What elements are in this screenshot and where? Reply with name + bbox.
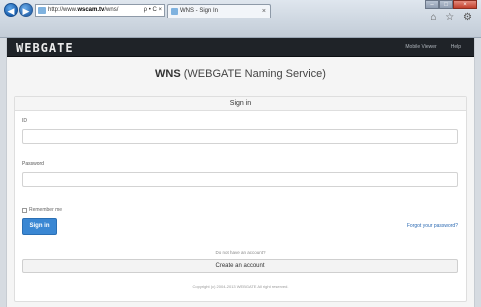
back-button[interactable]: ◀ (4, 3, 18, 17)
toolbar-icons[interactable]: ⌂ ☆ ⚙ (430, 12, 475, 23)
remember-me[interactable]: Remember me (22, 207, 62, 213)
signin-panel: Sign in ID Password Remember me Sign in … (14, 96, 467, 302)
tab-favicon-icon (171, 8, 178, 15)
address-controls[interactable]: ρ • C × (144, 5, 162, 16)
remember-me-label: Remember me (29, 207, 63, 213)
navbar-links: Mobile Viewer Help (398, 38, 468, 57)
brand-logo[interactable]: WEBGATE (16, 41, 74, 55)
browser-tab[interactable]: WNS - Sign In × (167, 4, 271, 18)
forward-button[interactable]: ▶ (19, 3, 33, 17)
browser-window: ◀ ▶ http://www.wscam.tv/wns/ ρ • C × WNS… (0, 0, 481, 307)
browser-chrome: ◀ ▶ http://www.wscam.tv/wns/ ρ • C × WNS… (0, 0, 481, 38)
forgot-password-link[interactable]: Forgot your password? (407, 223, 458, 229)
id-label: ID (22, 118, 27, 124)
id-input[interactable] (22, 129, 458, 144)
page-title: WNS (WEBGATE Naming Service) (7, 68, 474, 80)
tab-title: WNS - Sign In (180, 8, 219, 14)
nav-link-mobile-viewer[interactable]: Mobile Viewer (398, 38, 443, 57)
password-input[interactable] (22, 172, 458, 187)
window-controls: – □ × (425, 0, 477, 9)
minimize-button[interactable]: – (425, 0, 439, 9)
page-viewport: WEBGATE Mobile Viewer Help WNS (WEBGATE … (6, 38, 475, 307)
top-navbar: WEBGATE Mobile Viewer Help (7, 38, 474, 57)
page-title-rest: (WEBGATE Naming Service) (180, 68, 326, 80)
address-bar[interactable]: http://www.wscam.tv/wns/ ρ • C × (35, 4, 165, 17)
tab-close-icon[interactable]: × (262, 5, 266, 18)
page-title-strong: WNS (155, 68, 181, 80)
address-suffix: /wns/ (104, 7, 119, 13)
password-label: Password (22, 161, 44, 167)
no-account-text: Do not have an account? (215, 250, 266, 255)
create-account-button[interactable]: Create an account (22, 259, 458, 273)
signin-button[interactable]: Sign in (22, 218, 57, 235)
maximize-button[interactable]: □ (439, 0, 453, 9)
address-host: wscam.tv (77, 7, 105, 13)
remember-me-checkbox[interactable] (22, 207, 27, 213)
address-prefix: http://www. (48, 7, 78, 13)
signin-panel-header: Sign in (15, 97, 466, 111)
copyright-text: Copyright (c) 2004-2013 WEBGATE All righ… (192, 284, 289, 289)
window-close-button[interactable]: × (453, 0, 477, 9)
page-favicon-icon (38, 7, 46, 14)
nav-link-help[interactable]: Help (444, 38, 468, 57)
